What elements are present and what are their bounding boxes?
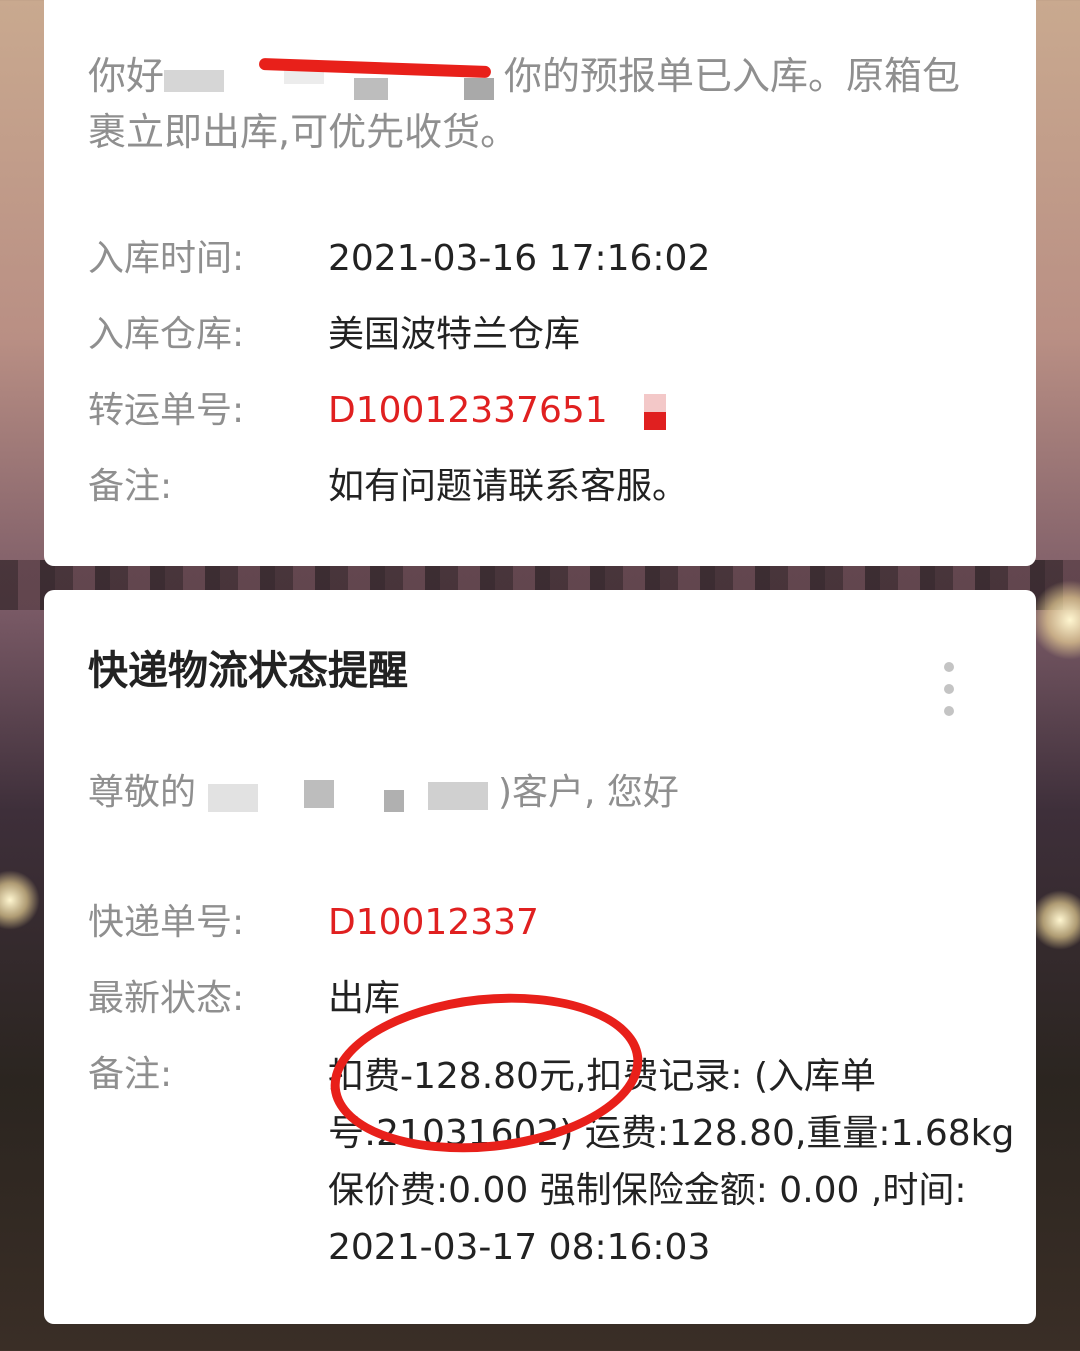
label-latest-status: 最新状态: <box>88 978 245 1019</box>
background-lamp-light <box>1030 890 1080 950</box>
label-storage-time: 入库时间: <box>88 238 245 279</box>
label-remark: 备注: <box>88 466 173 507</box>
value-express-number[interactable]: D10012337 <box>328 898 539 948</box>
label-remark: 备注: <box>88 1054 173 1095</box>
value-remark: 如有问题请联系客服。 <box>328 466 689 507</box>
greeting-suffix: )客户, 您好 <box>498 772 679 813</box>
value-storage-time: 2021-03-16 17:16:02 <box>328 238 711 279</box>
greeting-prefix: 尊敬的 <box>88 772 197 813</box>
value-transfer-number[interactable]: D10012337651 <box>328 386 608 436</box>
more-vertical-icon[interactable] <box>944 662 954 728</box>
value-latest-status: 出库 <box>328 978 401 1019</box>
redacted-customer-id <box>208 776 508 814</box>
label-warehouse: 入库仓库: <box>88 314 245 355</box>
redacted-block <box>644 394 666 430</box>
logistics-status-card[interactable]: 快递物流状态提醒 尊敬的 )客户, 您好 快递单号: D10012337 最新状… <box>44 590 1036 1324</box>
label-transfer-number: 转运单号: <box>88 390 245 431</box>
background-lamp-light <box>0 870 40 930</box>
card-title: 快递物流状态提醒 <box>88 648 408 694</box>
storage-notice-card[interactable]: 你好 你的预报单已入库。原箱包裹立即出库,可优先收货。 入库时间: 2021-0… <box>44 0 1036 566</box>
label-express-number: 快递单号: <box>88 902 245 943</box>
greeting-prefix: 你好 <box>88 54 165 98</box>
value-warehouse: 美国波特兰仓库 <box>328 314 581 355</box>
storage-greeting: 你好 你的预报单已入库。原箱包裹立即出库,可优先收货。 <box>88 48 988 160</box>
